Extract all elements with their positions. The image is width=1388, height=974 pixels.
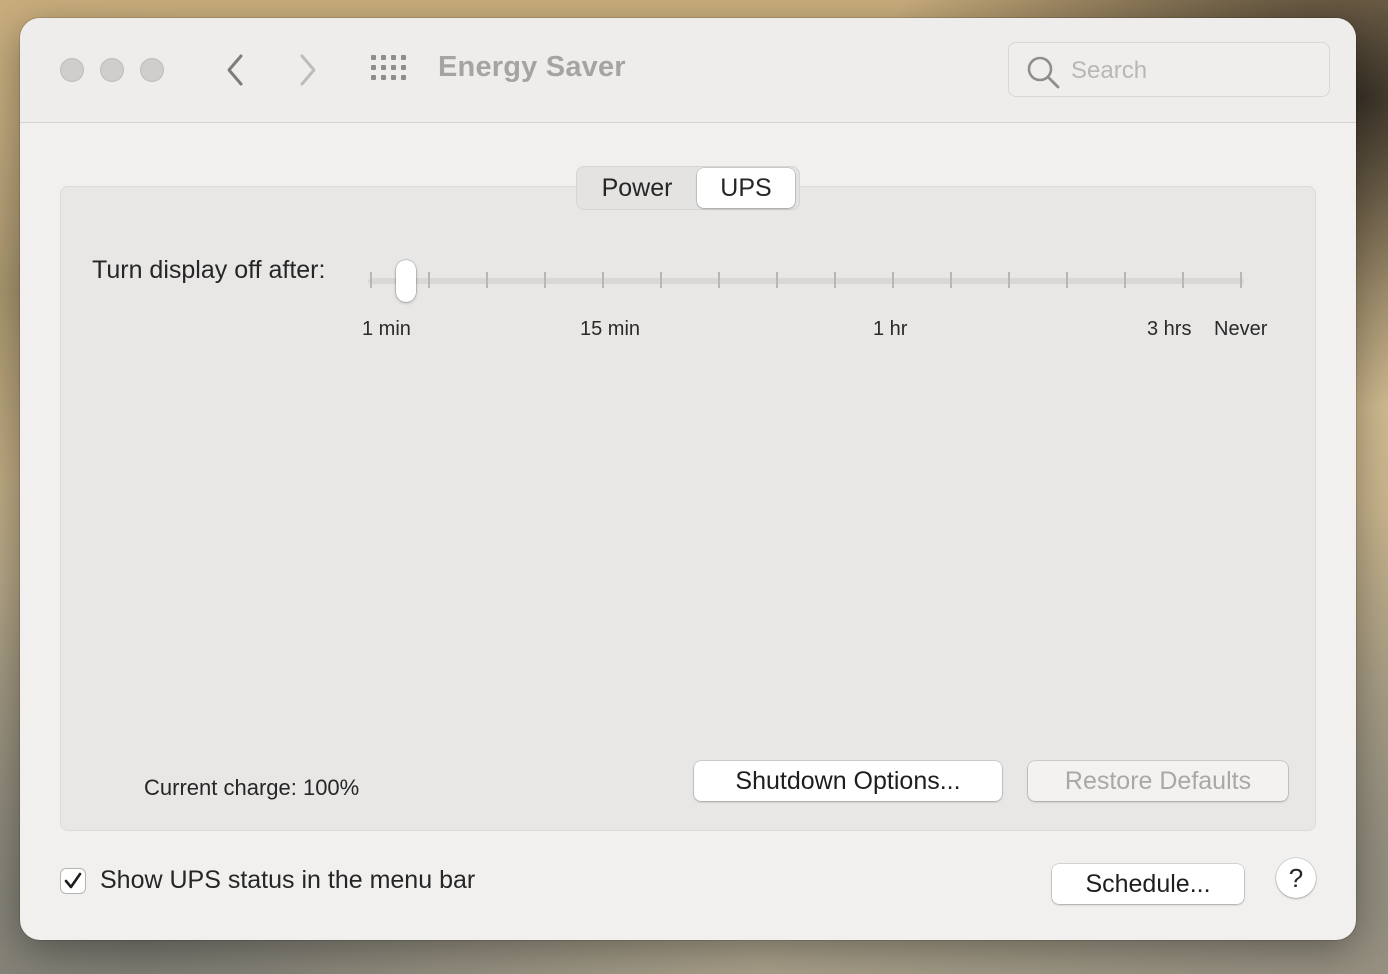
slider-tick <box>660 272 662 288</box>
show-ups-status-label: Show UPS status in the menu bar <box>100 866 476 894</box>
slider-tick <box>370 272 372 288</box>
energy-saver-window: Energy Saver Power UPS Turn display off … <box>20 18 1356 940</box>
tab-ups[interactable]: UPS <box>697 168 795 208</box>
slider-tick <box>1124 272 1126 288</box>
minimize-button[interactable] <box>100 58 124 82</box>
slider-tick <box>776 272 778 288</box>
tick-label-3-hrs: 3 hrs <box>1147 318 1192 340</box>
show-all-grid-icon[interactable] <box>370 54 410 86</box>
help-button[interactable]: ? <box>1276 858 1316 898</box>
chevron-right-icon <box>300 54 316 86</box>
back-button[interactable] <box>220 50 250 90</box>
slider-tick <box>892 272 894 288</box>
slider-tick <box>1240 272 1242 288</box>
search-field[interactable] <box>1008 42 1330 97</box>
forward-button[interactable] <box>293 50 323 90</box>
schedule-button[interactable]: Schedule... <box>1052 864 1244 904</box>
close-button[interactable] <box>60 58 84 82</box>
current-charge-text: Current charge: 100% <box>144 775 360 800</box>
search-input[interactable] <box>1069 53 1313 89</box>
tick-label-15-min: 15 min <box>580 318 641 340</box>
tab-power[interactable]: Power <box>577 168 697 208</box>
tick-label-never: Never <box>1214 318 1268 340</box>
window-title: Energy Saver <box>438 51 626 83</box>
slider-track <box>368 278 1244 284</box>
restore-defaults-button[interactable]: Restore Defaults <box>1028 761 1288 801</box>
slider-tick <box>428 272 430 288</box>
slider-tick <box>602 272 604 288</box>
slider-tick <box>1066 272 1068 288</box>
slider-thumb[interactable] <box>396 260 416 302</box>
chevron-left-icon <box>227 54 243 86</box>
slider-tick <box>834 272 836 288</box>
tick-label-1-hr: 1 hr <box>873 318 908 340</box>
slider-tick <box>486 272 488 288</box>
show-ups-status-checkbox[interactable] <box>60 867 86 894</box>
checkmark-icon <box>64 872 82 888</box>
title-bar: Energy Saver <box>20 18 1356 123</box>
slider-tick <box>950 272 952 288</box>
display-off-slider[interactable] <box>368 258 1244 308</box>
slider-tick <box>1182 272 1184 288</box>
slider-tick <box>718 272 720 288</box>
search-icon <box>1027 56 1060 89</box>
slider-tick <box>544 272 546 288</box>
shutdown-options-button[interactable]: Shutdown Options... <box>694 761 1002 801</box>
show-ups-status-row[interactable]: Show UPS status in the menu bar <box>60 866 475 895</box>
display-off-label: Turn display off after: <box>92 256 326 284</box>
slider-tick <box>1008 272 1010 288</box>
zoom-button[interactable] <box>140 58 164 82</box>
tick-label-1-min: 1 min <box>362 318 411 340</box>
tab-switcher: Power UPS <box>576 166 800 210</box>
